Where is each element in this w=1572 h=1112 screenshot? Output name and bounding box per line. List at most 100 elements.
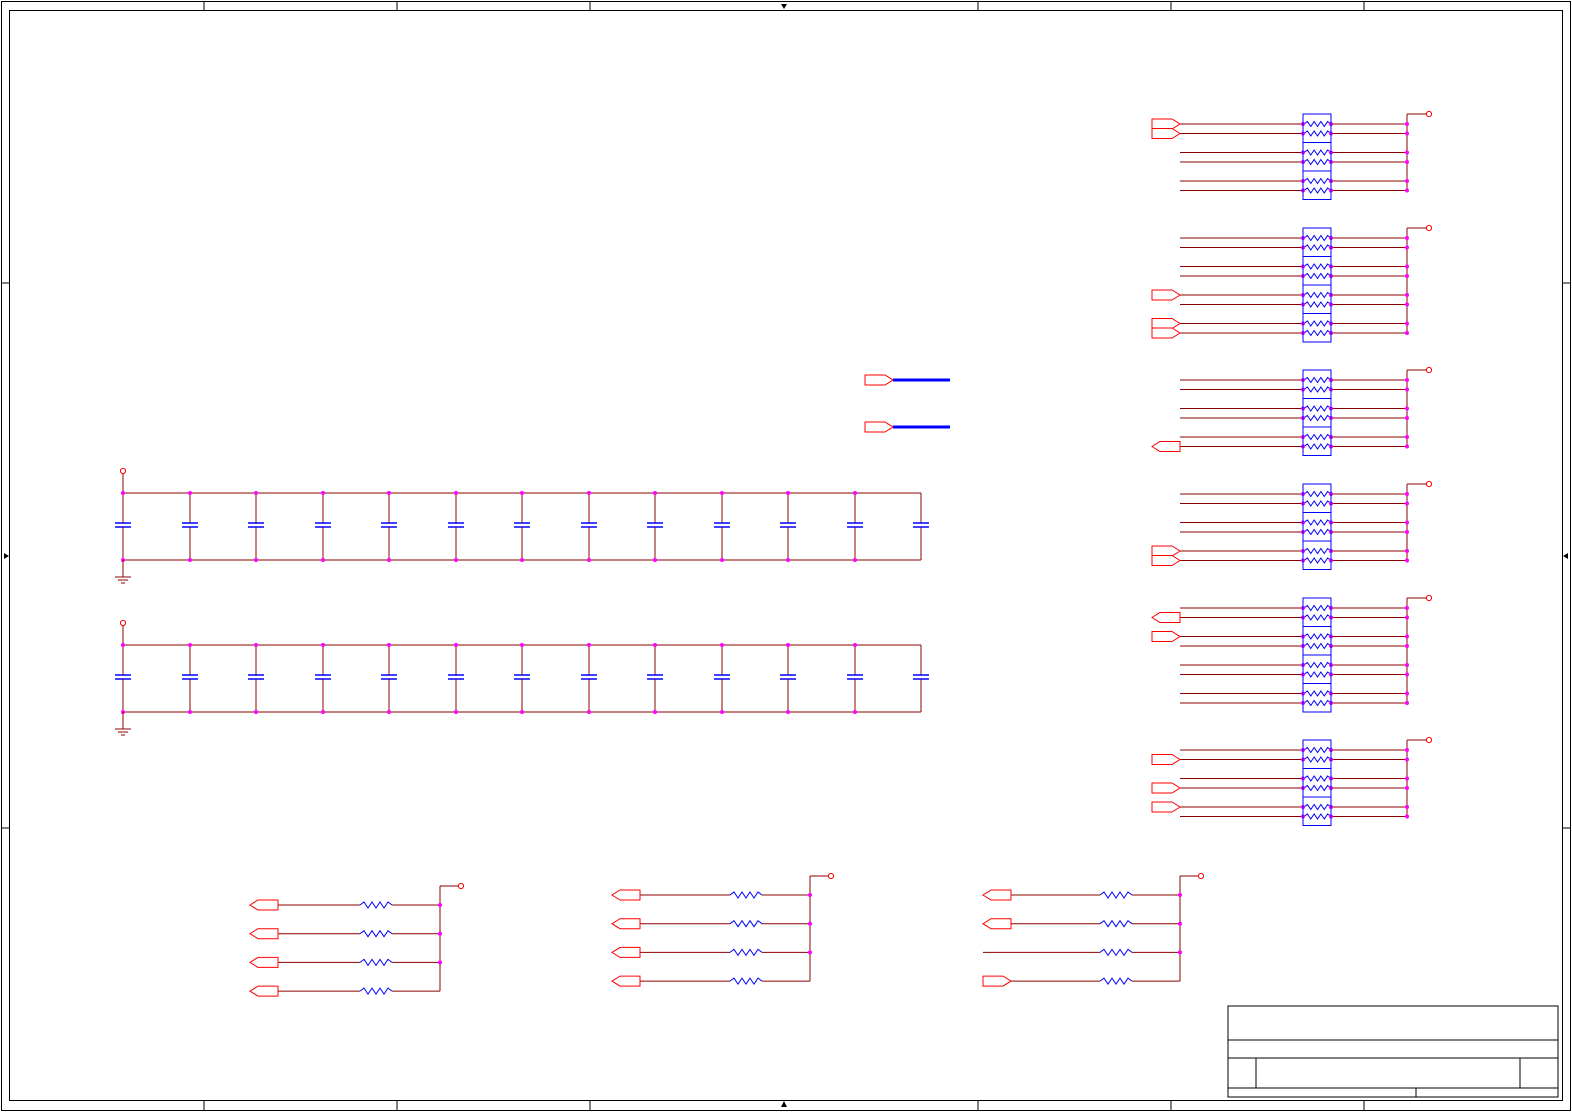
- junction-dot: [1405, 663, 1409, 667]
- output-port: [611, 975, 641, 987]
- power-terminal: [1425, 480, 1433, 488]
- junction-dot: [1405, 378, 1409, 382]
- rpack-group-3: [1151, 366, 1433, 456]
- junction-dot: [786, 710, 790, 714]
- resistor-pack-body: [1302, 626, 1332, 656]
- resistor-pack-body: [1302, 142, 1332, 172]
- power-terminal: [1425, 366, 1433, 374]
- junction-dot: [853, 710, 857, 714]
- junction-dot: [1405, 786, 1409, 790]
- resistor-element: [1303, 414, 1332, 422]
- resistor-pack-body: [1302, 313, 1332, 343]
- resistor-element: [1303, 405, 1332, 412]
- junction-dot: [720, 491, 724, 495]
- junction-dot: [1405, 691, 1409, 696]
- title-block: [1227, 1005, 1559, 1098]
- junction-dot: [1405, 444, 1409, 449]
- outer-border: [1, 1, 1571, 1111]
- junction-dot: [1405, 520, 1409, 525]
- junction-dot: [1405, 606, 1409, 610]
- junction-dot: [808, 921, 812, 926]
- power-terminal: [119, 467, 127, 475]
- junction-dot: [587, 491, 591, 495]
- junction-dot: [438, 903, 442, 907]
- rpack-group-4: [1151, 480, 1433, 570]
- junction-dot: [587, 643, 591, 647]
- junction-dot: [1178, 893, 1182, 897]
- junction-dot: [321, 558, 325, 562]
- junction-dot: [1405, 672, 1409, 677]
- junction-dot: [1405, 757, 1409, 762]
- resistor-element: [1303, 557, 1332, 564]
- junction-dot: [1405, 274, 1409, 278]
- junction-dot: [1405, 776, 1409, 781]
- output-port: [611, 946, 641, 958]
- junction-dot: [1405, 492, 1409, 496]
- resistor-element: [1099, 891, 1133, 899]
- resistor-element: [1303, 661, 1332, 669]
- junction-dot: [786, 643, 790, 647]
- junction-dot: [653, 643, 657, 647]
- power-terminal: [1425, 736, 1433, 744]
- output-port: [611, 918, 641, 930]
- rpack-group-2: [1151, 224, 1433, 343]
- input-port: [1151, 118, 1181, 130]
- resistor-element: [1303, 244, 1332, 251]
- input-port: [1151, 754, 1181, 765]
- resistor-pack-body: [1302, 654, 1332, 684]
- input-port: [1151, 289, 1181, 301]
- inner-border: [9, 10, 1563, 1101]
- input-port: [982, 975, 1012, 987]
- resistor-element: [729, 948, 763, 957]
- resistor-element: [1303, 130, 1332, 137]
- resistor-element: [1303, 528, 1332, 536]
- resistor-pack-body: [1302, 683, 1332, 713]
- junction-dot: [786, 558, 790, 562]
- resistor-element: [1303, 443, 1332, 450]
- junction-dot: [587, 710, 591, 714]
- junction-dot: [254, 558, 258, 562]
- junction-dot: [853, 558, 857, 562]
- junction-dot: [1405, 814, 1409, 819]
- resistor-pack-body: [1302, 113, 1332, 143]
- output-port: [249, 899, 279, 911]
- junction-dot: [454, 643, 458, 647]
- resistor-pack-body: [1302, 256, 1332, 286]
- junction-dot: [438, 931, 442, 936]
- resistor-pack-body: [1302, 284, 1332, 314]
- junction-dot: [1405, 416, 1409, 420]
- resistor-pack-body: [1302, 597, 1332, 627]
- junction-dot: [1405, 293, 1409, 297]
- resistor-pack-body: [1302, 227, 1332, 257]
- output-port: [1151, 441, 1181, 452]
- resistor-element: [1303, 614, 1332, 621]
- resistor-element: [1303, 291, 1332, 299]
- center-arrow: [1563, 553, 1568, 559]
- resistor-pack-body: [1302, 483, 1332, 513]
- junction-dot: [387, 643, 391, 647]
- junction-dot: [454, 558, 458, 562]
- junction-dot: [1405, 150, 1409, 155]
- junction-dot: [720, 558, 724, 562]
- junction-dot: [720, 643, 724, 647]
- resistor-element: [1303, 519, 1332, 526]
- junction-dot: [121, 643, 125, 647]
- junction-dot: [1405, 805, 1409, 809]
- resistor-element: [1303, 386, 1332, 393]
- decoupling-bank-2: [115, 619, 929, 736]
- output-port: [249, 928, 279, 940]
- resistor-pack-body: [1302, 768, 1332, 798]
- resistor-element: [729, 977, 763, 986]
- junction-dot: [653, 710, 657, 714]
- output-port: [249, 985, 279, 997]
- junction-dot: [1405, 302, 1409, 307]
- input-port: [864, 374, 894, 386]
- junction-dot: [520, 558, 524, 562]
- resistor-element: [1303, 187, 1332, 194]
- junction-dot: [520, 491, 524, 495]
- center-arrow: [781, 1101, 787, 1107]
- drawing-frame: [1, 1, 1571, 1111]
- junction-dot: [853, 643, 857, 647]
- resistor-element: [1303, 433, 1332, 441]
- junction-dot: [1405, 615, 1409, 620]
